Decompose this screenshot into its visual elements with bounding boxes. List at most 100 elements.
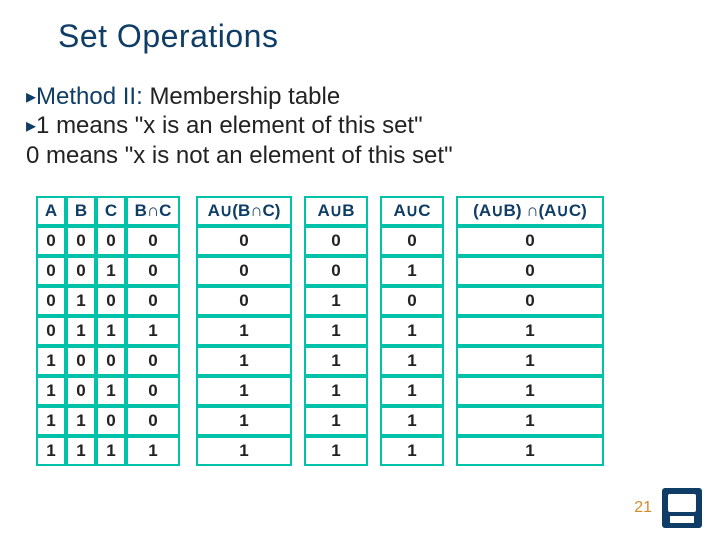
cell: 1 (96, 376, 126, 406)
cell: 0 (96, 346, 126, 376)
gap (368, 406, 380, 436)
gap (292, 436, 304, 466)
membership-table-wrap: A B C B∩C A∪(B∩C) A∪B A∪C (A∪B) ∩(A∪C) 0… (36, 196, 684, 466)
col-mix: (A∪B) ∩(A∪C) (456, 196, 604, 226)
gap (180, 436, 196, 466)
gap (292, 376, 304, 406)
membership-table: A B C B∩C A∪(B∩C) A∪B A∪C (A∪B) ∩(A∪C) 0… (36, 196, 604, 466)
cell: 1 (36, 376, 66, 406)
cell: 1 (196, 376, 292, 406)
gap (180, 256, 196, 286)
gap (444, 346, 456, 376)
cell: 1 (380, 436, 444, 466)
table-row: 11001111 (36, 406, 604, 436)
gap (292, 406, 304, 436)
cell: 0 (196, 226, 292, 256)
cell: 0 (304, 226, 368, 256)
table-row: 11111111 (36, 436, 604, 466)
gap (292, 286, 304, 316)
gap (444, 256, 456, 286)
gap (368, 226, 380, 256)
gap (292, 316, 304, 346)
bullet-1-rest: Membership table (149, 83, 340, 110)
gap (180, 376, 196, 406)
cell: 0 (66, 256, 96, 286)
cell: 1 (196, 406, 292, 436)
table-row: 00100010 (36, 256, 604, 286)
gap (368, 436, 380, 466)
cell: 1 (304, 376, 368, 406)
col-b: B (66, 196, 96, 226)
gap (292, 256, 304, 286)
gap (444, 226, 456, 256)
bullet-2-text: 1 means "x is an element of this set" (36, 112, 423, 139)
cell: 1 (456, 436, 604, 466)
cell: 0 (126, 346, 180, 376)
cell: 0 (126, 226, 180, 256)
bullet-2: ▸1 means "x is an element of this set" (26, 111, 686, 140)
gap (444, 196, 456, 226)
cell: 1 (96, 316, 126, 346)
gap (368, 256, 380, 286)
bullet-arrow-icon: ▸ (26, 115, 36, 137)
col-a: A (36, 196, 66, 226)
gap (292, 196, 304, 226)
footer: 21 UMass Boston (634, 488, 702, 528)
table-header-row: A B C B∩C A∪(B∩C) A∪B A∪C (A∪B) ∩(A∪C) (36, 196, 604, 226)
cell: 0 (126, 256, 180, 286)
cell: 1 (456, 346, 604, 376)
cell: 1 (196, 436, 292, 466)
gap (292, 346, 304, 376)
cell: 0 (456, 256, 604, 286)
umass-boston-logo-icon: UMass Boston (662, 488, 702, 528)
cell: 1 (36, 346, 66, 376)
col-ab: A∪B (304, 196, 368, 226)
cell: 1 (196, 316, 292, 346)
cell: 1 (304, 436, 368, 466)
table-row: 01000100 (36, 286, 604, 316)
table-body: 0000000000100010010001000111111110001111… (36, 226, 604, 466)
cell: 1 (126, 316, 180, 346)
cell: 1 (66, 316, 96, 346)
cell: 0 (96, 226, 126, 256)
bullet-1-prefix: Method II: (36, 83, 149, 110)
cell: 1 (126, 436, 180, 466)
cell: 1 (380, 256, 444, 286)
gap (180, 406, 196, 436)
cell: 0 (36, 256, 66, 286)
cell: 1 (96, 436, 126, 466)
cell: 1 (380, 316, 444, 346)
gap (180, 196, 196, 226)
gap (368, 376, 380, 406)
cell: 0 (96, 286, 126, 316)
cell: 0 (380, 226, 444, 256)
cell: 0 (196, 256, 292, 286)
bullet-1: ▸Method II: Membership table (26, 82, 686, 111)
gap (368, 346, 380, 376)
col-ac: A∪C (380, 196, 444, 226)
cell: 0 (36, 226, 66, 256)
gap (444, 436, 456, 466)
cell: 1 (304, 316, 368, 346)
cell: 1 (304, 406, 368, 436)
cell: 0 (96, 406, 126, 436)
cell: 1 (304, 286, 368, 316)
cell: 0 (66, 346, 96, 376)
gap (180, 316, 196, 346)
col-bc: B∩C (126, 196, 180, 226)
table-row: 10101111 (36, 376, 604, 406)
cell: 0 (66, 226, 96, 256)
cell: 1 (196, 346, 292, 376)
bullet-3: 0 means "x is not an element of this set… (26, 141, 686, 170)
cell: 1 (66, 436, 96, 466)
page-title: Set Operations (58, 18, 278, 55)
cell: 1 (36, 406, 66, 436)
gap (180, 346, 196, 376)
cell: 0 (380, 286, 444, 316)
table-row: 01111111 (36, 316, 604, 346)
col-abc: A∪(B∩C) (196, 196, 292, 226)
cell: 0 (66, 376, 96, 406)
gap (368, 196, 380, 226)
cell: 1 (456, 316, 604, 346)
gap (180, 286, 196, 316)
